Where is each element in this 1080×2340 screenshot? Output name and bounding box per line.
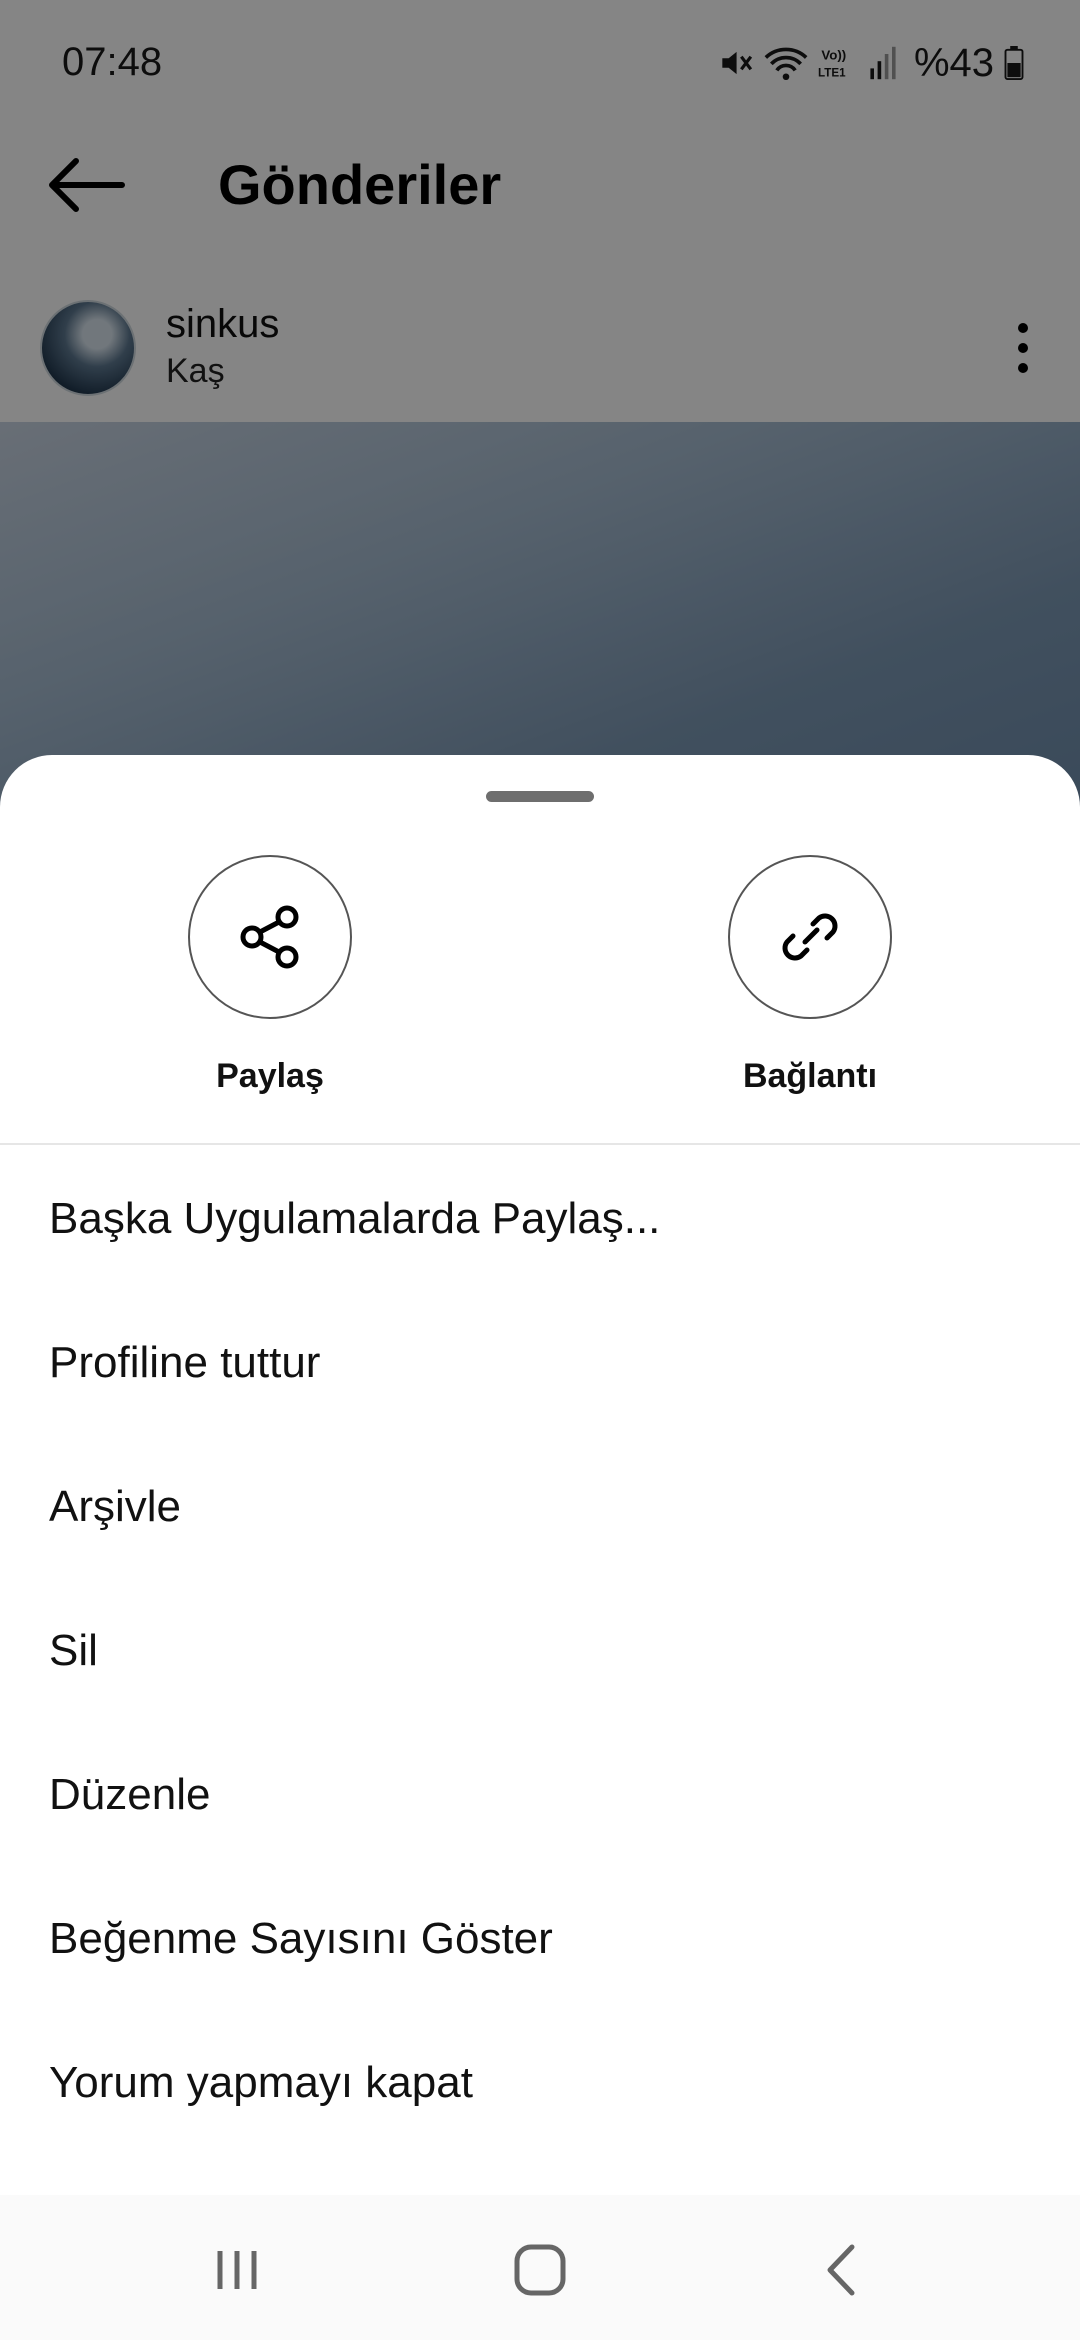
menu-item-show-like-count[interactable]: Beğenme Sayısını Göster xyxy=(0,1867,1080,2011)
share-action[interactable]: Paylaş xyxy=(160,855,380,1095)
link-action[interactable]: Bağlantı xyxy=(700,855,920,1095)
share-icon xyxy=(240,905,299,969)
share-action-circle[interactable] xyxy=(188,855,352,1019)
recent-apps-button[interactable] xyxy=(197,2237,277,2303)
menu-item-share-other-apps[interactable]: Başka Uygulamalarda Paylaş... xyxy=(0,1147,1080,1291)
system-navigation-bar xyxy=(0,2195,1080,2340)
menu-item-edit[interactable]: Düzenle xyxy=(0,1723,1080,1867)
sheet-drag-handle[interactable] xyxy=(486,791,594,802)
recent-apps-icon xyxy=(217,2251,257,2289)
menu-item-turn-off-comments[interactable]: Yorum yapmayı kapat xyxy=(0,2011,1080,2155)
link-action-circle[interactable] xyxy=(728,855,892,1019)
sheet-menu: Başka Uygulamalarda Paylaş... Profiline … xyxy=(0,1147,1080,2155)
home-icon xyxy=(514,2244,566,2296)
menu-item-delete[interactable]: Sil xyxy=(0,1579,1080,1723)
system-back-button[interactable] xyxy=(802,2237,882,2303)
sheet-divider xyxy=(0,1143,1080,1145)
home-button[interactable] xyxy=(500,2237,580,2303)
share-action-label: Paylaş xyxy=(216,1057,324,1095)
options-bottom-sheet: Paylaş Bağlantı Başka Uygulamalarda Payl… xyxy=(0,755,1080,2340)
link-icon xyxy=(782,913,838,961)
menu-item-archive[interactable]: Arşivle xyxy=(0,1435,1080,1579)
back-icon xyxy=(827,2244,855,2296)
menu-item-pin-to-profile[interactable]: Profiline tuttur xyxy=(0,1291,1080,1435)
link-action-label: Bağlantı xyxy=(742,1057,878,1095)
